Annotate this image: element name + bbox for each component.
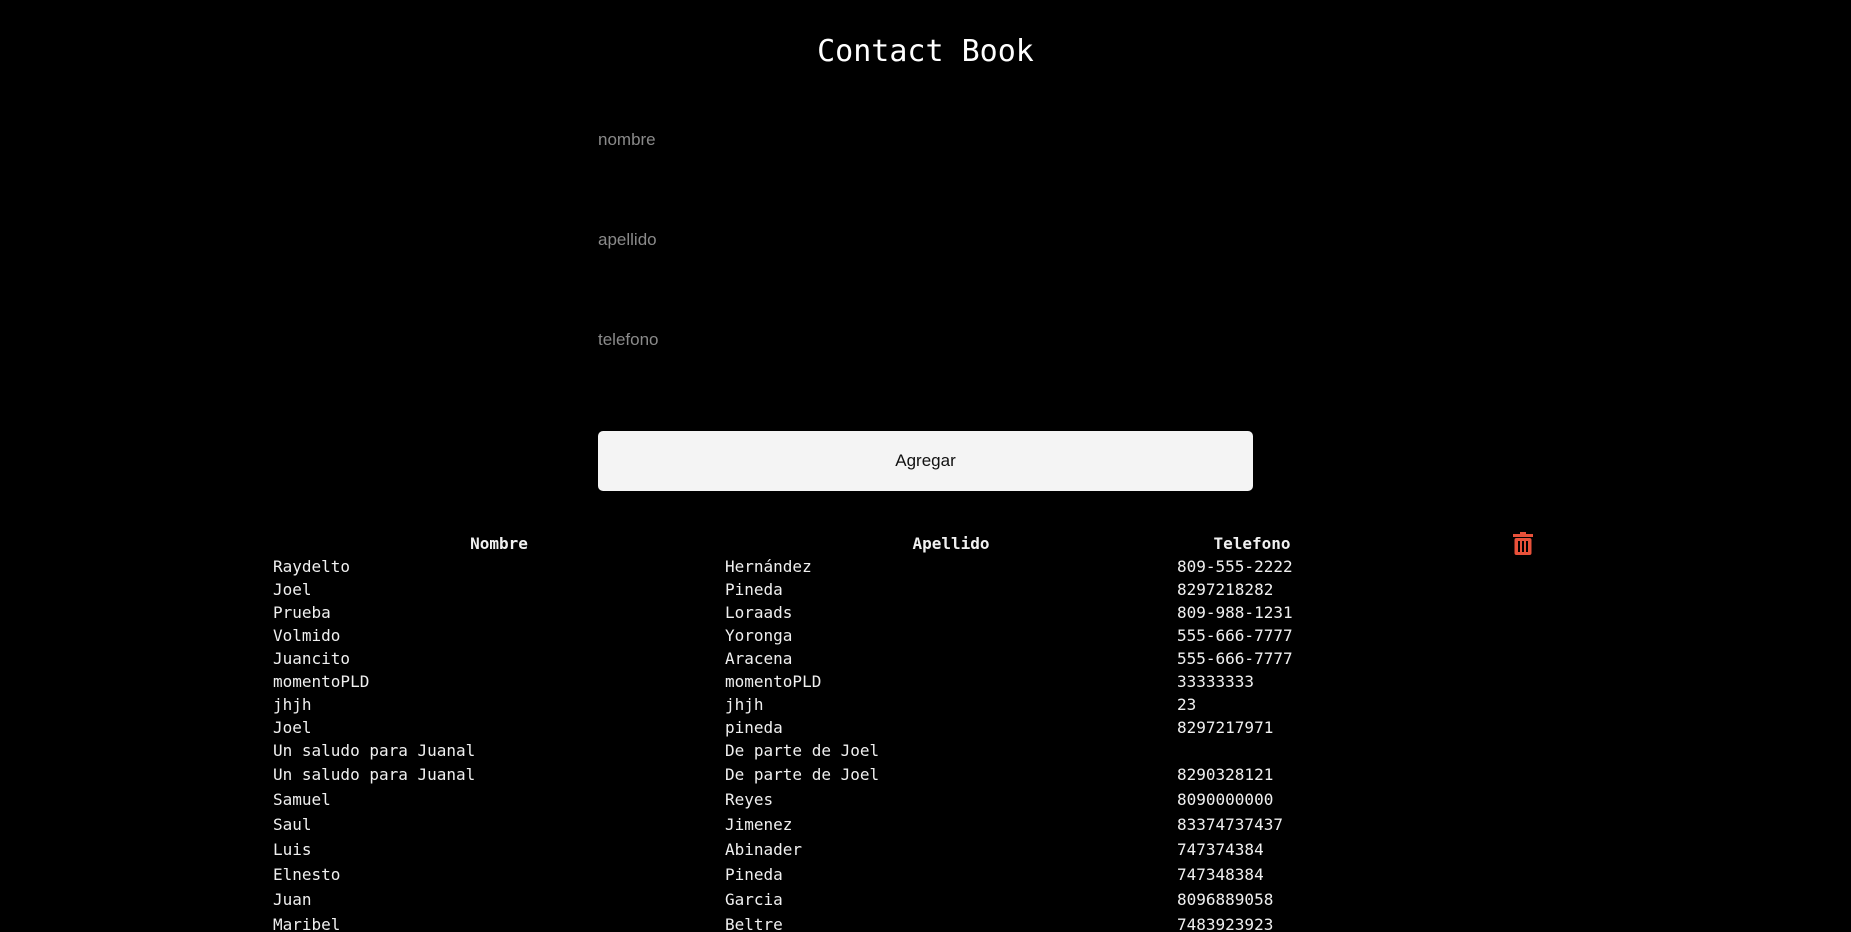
cell-telefono: 8096889058 [1177,890,1274,909]
header-nombre: Nombre [470,534,528,553]
table-row: Juan Garcia 8096889058 [273,887,1583,912]
contacts-table-container: Nombre Apellido Telefono Raydelto Hernán… [273,532,1583,932]
cell-telefono: 33333333 [1177,672,1255,691]
cell-nombre: Luis [273,840,312,859]
header-apellido: Apellido [912,534,990,553]
cell-action [1327,739,1583,762]
cell-telefono: 8090000000 [1177,790,1274,809]
cell-action [1327,647,1583,670]
table-row: Prueba Loraads 809-988-1231 [273,601,1583,624]
cell-action [1327,555,1583,578]
cell-action [1327,837,1583,862]
cell-telefono: 23 [1177,695,1197,714]
table-row: Luis Abinader 747374384 [273,837,1583,862]
add-button[interactable]: Agregar [598,431,1253,491]
cell-action [1327,578,1583,601]
cell-telefono: 747348384 [1177,865,1264,884]
table-row: Juancito Aracena 555-666-7777 [273,647,1583,670]
contacts-table: Nombre Apellido Telefono Raydelto Hernán… [273,532,1583,932]
table-row: Raydelto Hernández 809-555-2222 [273,555,1583,578]
cell-nombre: momentoPLD [273,672,370,691]
cell-nombre: Joel [273,718,312,737]
cell-apellido: Yoronga [725,626,793,645]
cell-action [1327,624,1583,647]
cell-apellido: Beltre [725,915,783,932]
cell-action [1327,762,1583,787]
cell-apellido: Pineda [725,580,783,599]
nombre-input[interactable] [598,110,1253,170]
telefono-input[interactable] [598,310,1253,370]
table-row: Un saludo para Juanal De parte de Joel [273,739,1583,762]
cell-apellido: Jimenez [725,815,793,834]
cell-action [1327,670,1583,693]
cell-telefono: 7483923923 [1177,915,1274,932]
cell-action [1327,887,1583,912]
cell-telefono [1177,739,1327,762]
header-telefono: Telefono [1213,534,1291,553]
cell-nombre: Maribel [273,915,341,932]
table-row: momentoPLD momentoPLD 33333333 [273,670,1583,693]
cell-telefono: 555-666-7777 [1177,649,1293,668]
cell-nombre: Saul [273,815,312,834]
table-row: Samuel Reyes 8090000000 [273,787,1583,812]
cell-telefono: 809-988-1231 [1177,603,1293,622]
cell-apellido: pineda [725,718,783,737]
cell-apellido: Garcia [725,890,783,909]
apellido-input[interactable] [598,210,1253,270]
trash-icon[interactable] [1512,532,1533,555]
cell-telefono: 8297217971 [1177,718,1274,737]
cell-nombre: Un saludo para Juanal [273,765,476,784]
cell-apellido: Pineda [725,865,783,884]
table-row: Volmido Yoronga 555-666-7777 [273,624,1583,647]
cell-apellido: Reyes [725,790,774,809]
cell-nombre: Volmido [273,626,341,645]
cell-apellido: Loraads [725,603,793,622]
cell-telefono: 747374384 [1177,840,1264,859]
cell-nombre: Juancito [273,649,351,668]
cell-action [1327,716,1583,739]
cell-nombre: Juan [273,890,312,909]
table-row: Saul Jimenez 83374737437 [273,812,1583,837]
cell-apellido: De parte de Joel [725,765,880,784]
table-row: Elnesto Pineda 747348384 [273,862,1583,887]
cell-apellido: momentoPLD [725,672,822,691]
cell-action [1327,912,1583,932]
cell-apellido: jhjh [725,695,764,714]
cell-telefono: 8290328121 [1177,765,1274,784]
cell-apellido: De parte de Joel [725,741,880,760]
cell-action [1327,601,1583,624]
page-title: Contact Book [817,34,1034,69]
cell-apellido: Hernández [725,557,812,576]
table-row: jhjh jhjh 23 [273,693,1583,716]
cell-nombre: Samuel [273,790,331,809]
cell-telefono: 555-666-7777 [1177,626,1293,645]
table-row: Un saludo para Juanal De parte de Joel 829… [273,762,1583,787]
cell-action [1327,812,1583,837]
cell-nombre: Raydelto [273,557,351,576]
cell-apellido: Abinader [725,840,803,859]
cell-action [1327,693,1583,716]
cell-nombre: Un saludo para Juanal [273,741,476,760]
cell-action [1327,862,1583,887]
cell-action [1327,787,1583,812]
table-row: Maribel Beltre 7483923923 [273,912,1583,932]
table-row: Joel Pineda 8297218282 [273,578,1583,601]
cell-apellido: Aracena [725,649,793,668]
cell-nombre: jhjh [273,695,312,714]
trash-icon-svg [1512,532,1533,555]
cell-telefono: 83374737437 [1177,815,1283,834]
header-action [1327,532,1583,555]
cell-telefono: 8297218282 [1177,580,1274,599]
table-header-row: Nombre Apellido Telefono [273,532,1583,555]
cell-telefono: 809-555-2222 [1177,557,1293,576]
cell-nombre: Elnesto [273,865,341,884]
table-body: Raydelto Hernández 809-555-2222 Joel Pineda 8… [273,555,1583,932]
table-row: Joel pineda 8297217971 [273,716,1583,739]
cell-nombre: Prueba [273,603,331,622]
cell-nombre: Joel [273,580,312,599]
